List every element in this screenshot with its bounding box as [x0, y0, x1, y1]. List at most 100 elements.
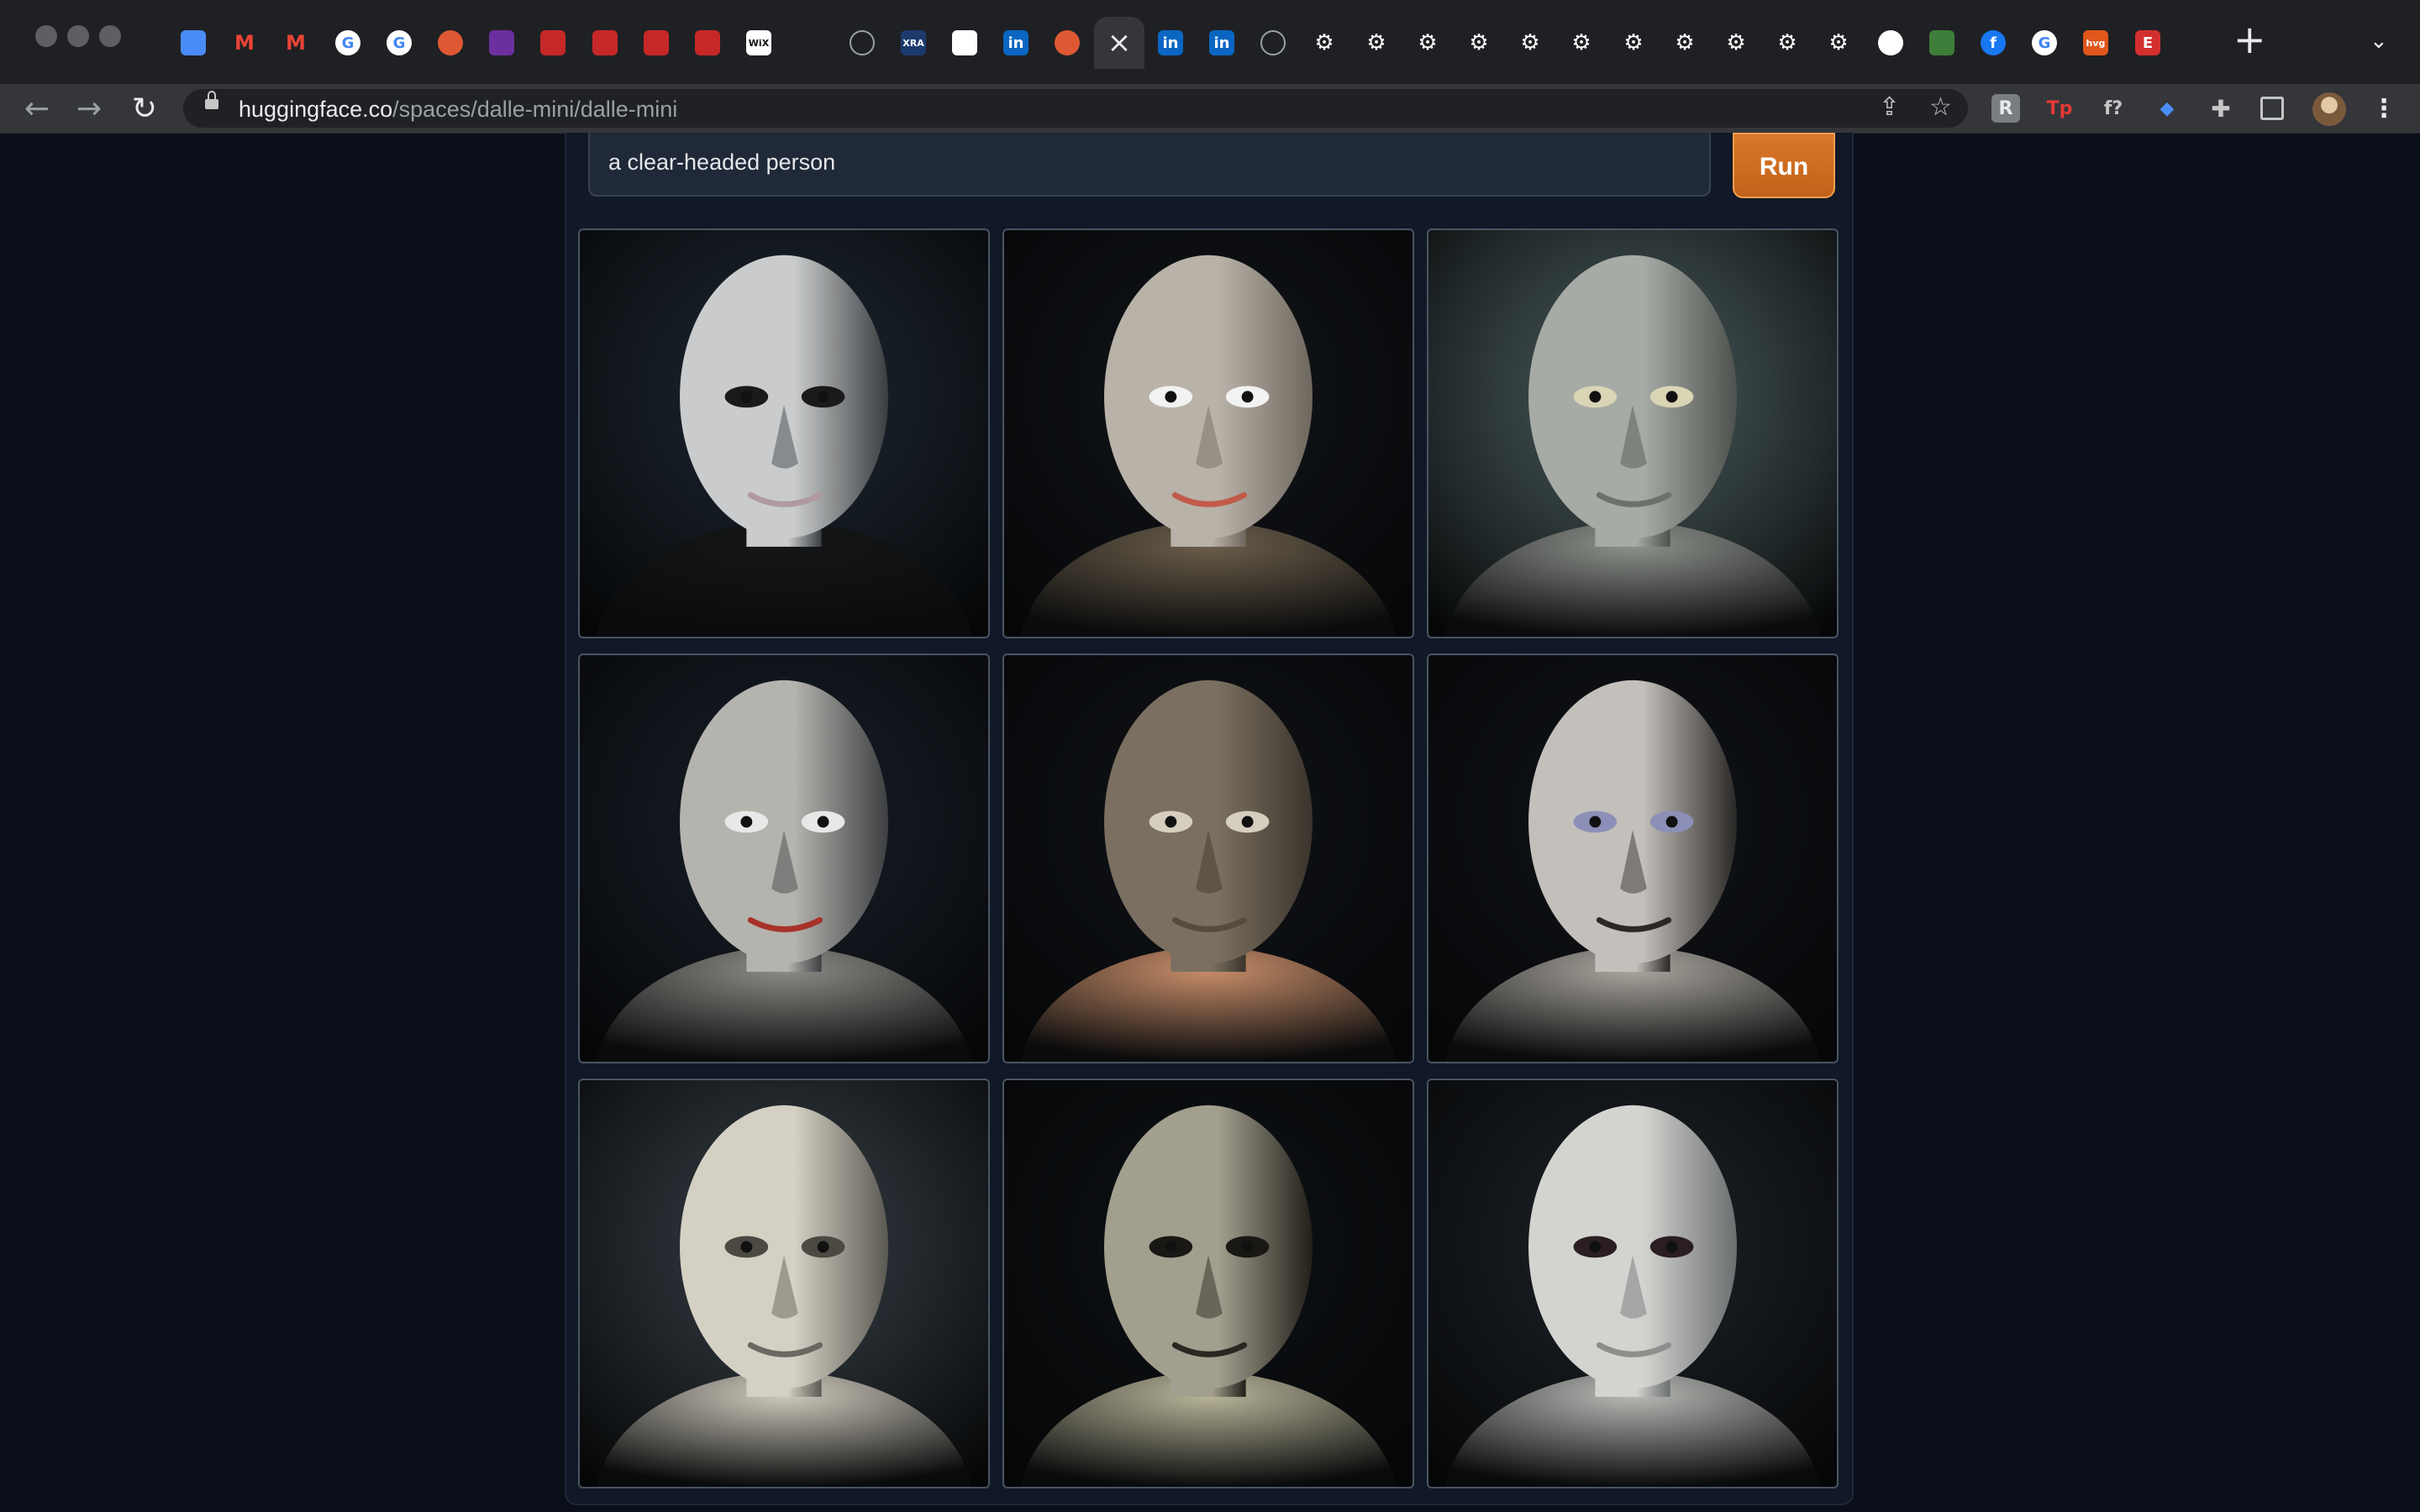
- browser-tab[interactable]: ⚙: [1556, 17, 1607, 69]
- generated-image[interactable]: [1427, 228, 1839, 638]
- linkedin-icon: in: [1209, 30, 1234, 55]
- browser-tab[interactable]: [476, 17, 527, 69]
- generated-image[interactable]: [578, 228, 990, 638]
- face-rendering: [1428, 230, 1837, 637]
- browser-tab[interactable]: ⚙: [1299, 17, 1349, 69]
- address-bar-url[interactable]: huggingface.co/spaces/dalle-mini/dalle-m…: [239, 97, 677, 123]
- generated-image[interactable]: [1427, 1079, 1839, 1488]
- browser-tab[interactable]: E: [2123, 17, 2173, 69]
- face-rendering: [580, 1080, 988, 1487]
- gear-icon: ⚙: [1314, 30, 1334, 55]
- linkedin-icon: in: [1003, 30, 1028, 55]
- window-zoom-dot[interactable]: [99, 25, 121, 47]
- browser-tab[interactable]: G: [323, 17, 373, 69]
- browser-tab[interactable]: [631, 17, 681, 69]
- browser-tab[interactable]: [528, 17, 578, 69]
- xra-icon: XRA: [901, 30, 926, 55]
- google-icon: G: [2032, 30, 2057, 55]
- profile-avatar[interactable]: [2312, 92, 2346, 126]
- browser-tab[interactable]: [168, 17, 218, 69]
- browser-tab[interactable]: G: [374, 17, 424, 69]
- browser-tab[interactable]: ⚙: [1813, 17, 1864, 69]
- browser-tab-strip: M M G G WiX XRA in × in in ⚙ ⚙ ⚙ ⚙ ⚙ ⚙ ⚙ ⚙ ⚙ ⚙ ⚙ f Ghvg E + ⌄: [0, 0, 2420, 84]
- browser-tab[interactable]: ⚙: [1454, 17, 1504, 69]
- address-bar[interactable]: huggingface.co/spaces/dalle-mini/dalle-m…: [183, 89, 1968, 128]
- red-pin-icon: [644, 30, 669, 55]
- duckduckgo-icon: [438, 30, 463, 55]
- browser-tab[interactable]: ⚙: [1660, 17, 1710, 69]
- ext-tp-icon[interactable]: Tp: [2045, 94, 2074, 123]
- face-rendering: [1004, 1080, 1413, 1487]
- browser-tab[interactable]: in: [1197, 17, 1247, 69]
- browser-tab[interactable]: in: [1145, 17, 1196, 69]
- browser-menu-icon[interactable]: ⋮: [2370, 94, 2398, 123]
- forward-arrow-icon[interactable]: →: [66, 84, 113, 133]
- browser-tab[interactable]: M: [271, 17, 321, 69]
- browser-tab[interactable]: ×: [1094, 17, 1144, 69]
- browser-tab[interactable]: [785, 17, 835, 69]
- reload-icon[interactable]: ↻: [121, 84, 168, 133]
- red-pin-icon: [540, 30, 566, 55]
- browser-tab[interactable]: ⚙: [1505, 17, 1555, 69]
- duckduckgo-icon: [1055, 30, 1080, 55]
- browser-tab[interactable]: XRA: [888, 17, 939, 69]
- gem-icon[interactable]: ◆: [2153, 94, 2181, 123]
- dalle-mini-app: a clear-headed person Run: [565, 133, 1854, 1505]
- globe-icon: [1260, 30, 1286, 55]
- browser-tab[interactable]: ⚙: [1762, 17, 1812, 69]
- browser-tab[interactable]: hvg: [2070, 17, 2121, 69]
- browser-tab[interactable]: [1248, 17, 1298, 69]
- generated-image[interactable]: [578, 654, 990, 1063]
- browser-tab[interactable]: [682, 17, 733, 69]
- browser-tab[interactable]: [837, 17, 887, 69]
- linkedin-icon: in: [1158, 30, 1183, 55]
- window-close-dot[interactable]: [35, 25, 57, 47]
- google-icon: G: [335, 30, 360, 55]
- browser-tab[interactable]: in: [991, 17, 1041, 69]
- browser-tab[interactable]: [425, 17, 476, 69]
- ext-f-icon[interactable]: f?: [2099, 94, 2128, 123]
- prompt-input[interactable]: a clear-headed person: [588, 133, 1711, 197]
- window-minimize-dot[interactable]: [67, 25, 89, 47]
- bookmark-star-icon[interactable]: ☆: [1929, 92, 1952, 122]
- side-panel-icon[interactable]: [2260, 97, 2284, 120]
- run-button[interactable]: Run: [1733, 133, 1835, 198]
- browser-tab[interactable]: WiX: [734, 17, 784, 69]
- face-rendering: [1004, 655, 1413, 1062]
- image-gallery: [578, 228, 1842, 1499]
- close-icon[interactable]: ×: [1107, 29, 1132, 57]
- generated-image[interactable]: [1427, 654, 1839, 1063]
- google-icon: G: [387, 30, 412, 55]
- face-rendering: [580, 230, 988, 637]
- generated-image[interactable]: [1002, 654, 1414, 1063]
- share-icon[interactable]: ⇪: [1879, 92, 1900, 122]
- prompt-row: a clear-headed person Run: [566, 133, 1852, 217]
- url-path: /spaces/dalle-mini/dalle-mini: [392, 97, 678, 122]
- back-arrow-icon[interactable]: ←: [13, 84, 60, 133]
- gear-icon: ⚙: [1469, 30, 1489, 55]
- browser-tab[interactable]: ⚙: [1402, 17, 1453, 69]
- hvg-icon: hvg: [2083, 30, 2108, 55]
- red-pin-icon: [592, 30, 618, 55]
- browser-tab[interactable]: [939, 17, 990, 69]
- purple-app-icon: [489, 30, 514, 55]
- generated-image[interactable]: [1002, 1079, 1414, 1488]
- browser-tab[interactable]: [580, 17, 630, 69]
- browser-tab[interactable]: f: [1968, 17, 2018, 69]
- browser-tab[interactable]: ⚙: [1351, 17, 1402, 69]
- generated-image[interactable]: [1002, 228, 1414, 638]
- browser-tab[interactable]: M: [219, 17, 270, 69]
- tab-search-chevron-icon[interactable]: ⌄: [2370, 29, 2388, 54]
- puzzle-icon[interactable]: ✚: [2207, 94, 2235, 123]
- browser-tab[interactable]: [1865, 17, 1916, 69]
- e-icon: E: [2135, 30, 2160, 55]
- browser-tab[interactable]: ⚙: [1711, 17, 1761, 69]
- browser-tab[interactable]: [1917, 17, 1967, 69]
- generated-image[interactable]: [578, 1079, 990, 1488]
- ext-r-icon[interactable]: R: [1991, 94, 2020, 123]
- gmail-icon: M: [234, 31, 255, 55]
- browser-tab[interactable]: G: [2019, 17, 2070, 69]
- browser-tab[interactable]: [1042, 17, 1092, 69]
- browser-tab[interactable]: ⚙: [1608, 17, 1659, 69]
- new-tab-plus-icon[interactable]: +: [2233, 20, 2266, 59]
